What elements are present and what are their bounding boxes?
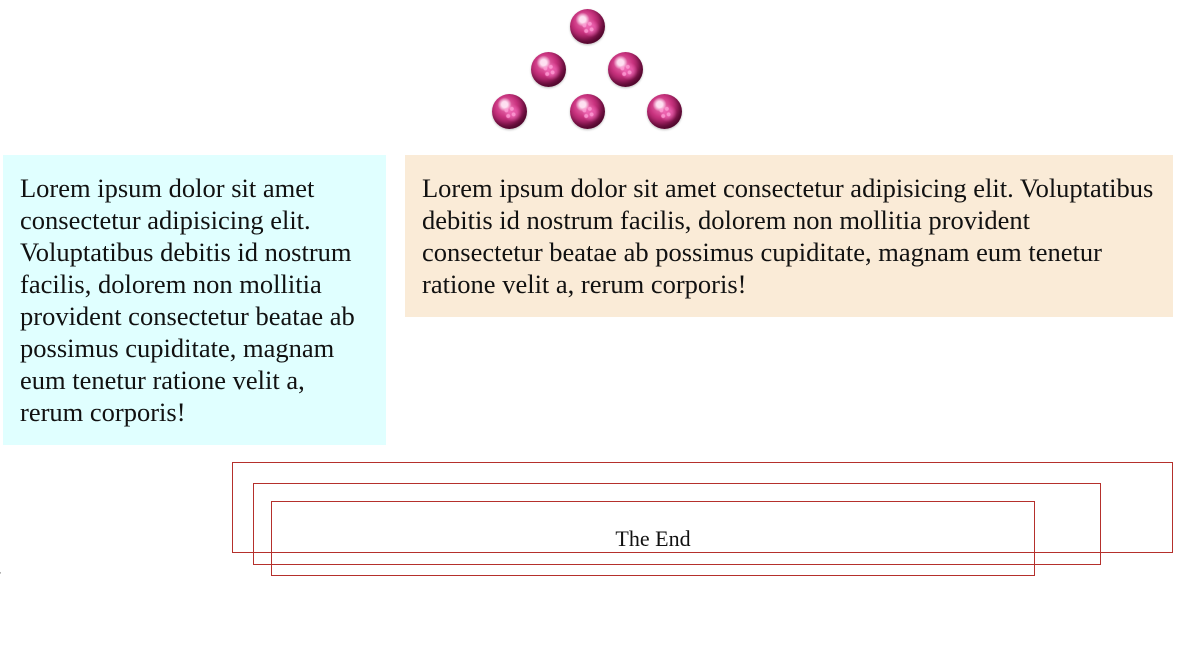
page: Lorem ipsum dolor sit amet consectetur a… [0,0,1186,665]
ball-image [570,94,605,129]
edge-artifact: › [0,566,2,580]
ball-image [608,52,643,87]
left-text-box: Lorem ipsum dolor sit amet consectetur a… [3,155,386,445]
right-text-box: Lorem ipsum dolor sit amet consectetur a… [405,155,1173,317]
ball-image [647,94,682,129]
left-box-text: Lorem ipsum dolor sit amet consectetur a… [20,173,355,427]
end-label: The End [615,526,691,551]
ball-image [531,52,566,87]
ball-image [492,94,527,129]
ball-image [570,9,605,44]
right-box-text: Lorem ipsum dolor sit amet consectetur a… [422,173,1154,299]
